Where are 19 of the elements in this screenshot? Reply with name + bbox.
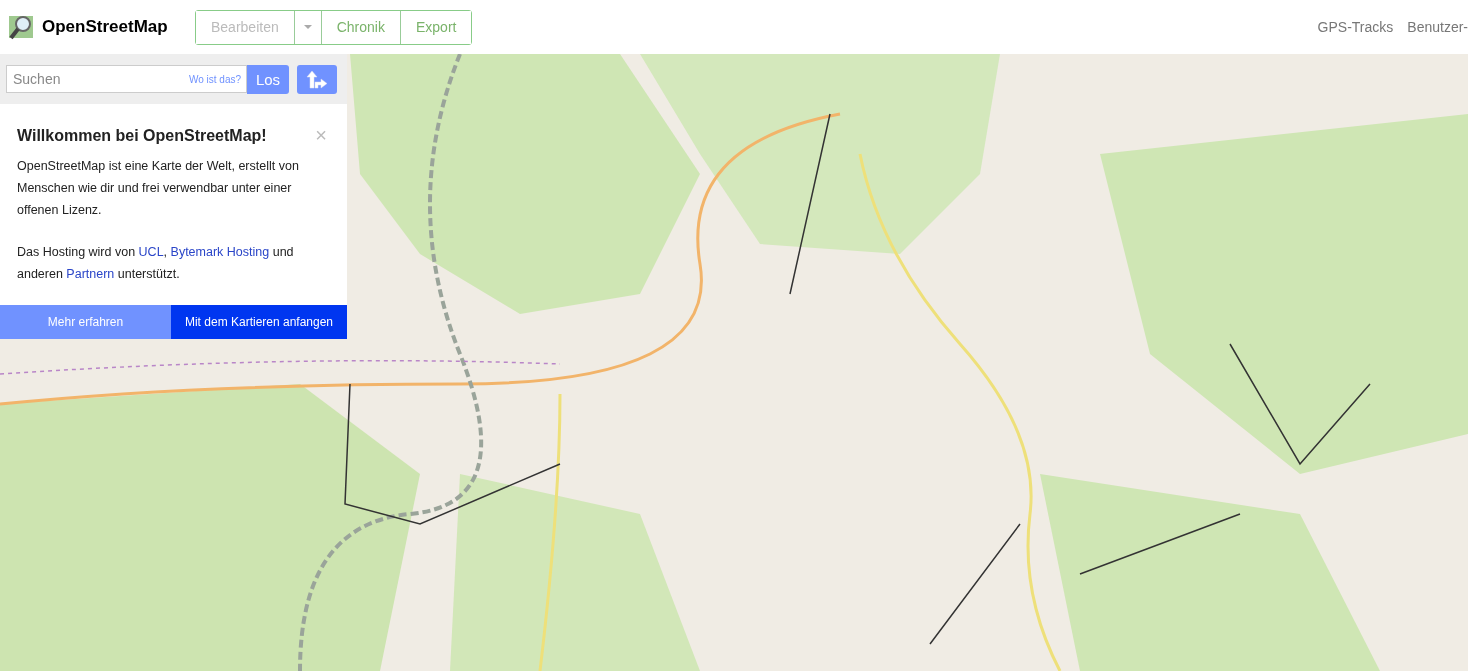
directions-button[interactable]	[297, 64, 337, 94]
map-drawing[interactable]	[0, 54, 1468, 671]
welcome-title: Willkommen bei OpenStreetMap!	[17, 126, 267, 145]
search-go-button[interactable]: Los	[247, 64, 289, 94]
text-link[interactable]: Bytemark Hosting	[170, 245, 270, 259]
nav-link[interactable]: Benutzer-	[1407, 19, 1468, 35]
welcome-action-button[interactable]: Mit dem Kartieren anfangen	[171, 305, 347, 339]
text-link[interactable]: UCL	[138, 245, 164, 259]
search-field[interactable]: Suchen Wo ist das?	[6, 65, 247, 93]
where-is-this-link[interactable]: Wo ist das?	[188, 73, 246, 85]
welcome-paragraph: OpenStreetMap ist eine Karte der Welt, erstellt von Menschen wie dir und frei verwendbar unter einer offenen Lizenz.	[17, 158, 300, 219]
magnifier-logo-icon[interactable]	[8, 13, 36, 41]
welcome-action-button[interactable]: Mehr erfahren	[0, 305, 171, 339]
nav-link[interactable]: GPS-Tracks	[1317, 19, 1394, 35]
site-logo-text[interactable]: OpenStreetMap	[42, 17, 168, 37]
text-link[interactable]: Partnern	[66, 267, 115, 281]
turn-arrows-icon	[306, 69, 328, 89]
close-button[interactable]: ×	[315, 124, 327, 147]
welcome-paragraph: Das Hosting wird von UCL, Bytemark Hosting und anderen Partnern unterstützt.	[17, 244, 295, 283]
